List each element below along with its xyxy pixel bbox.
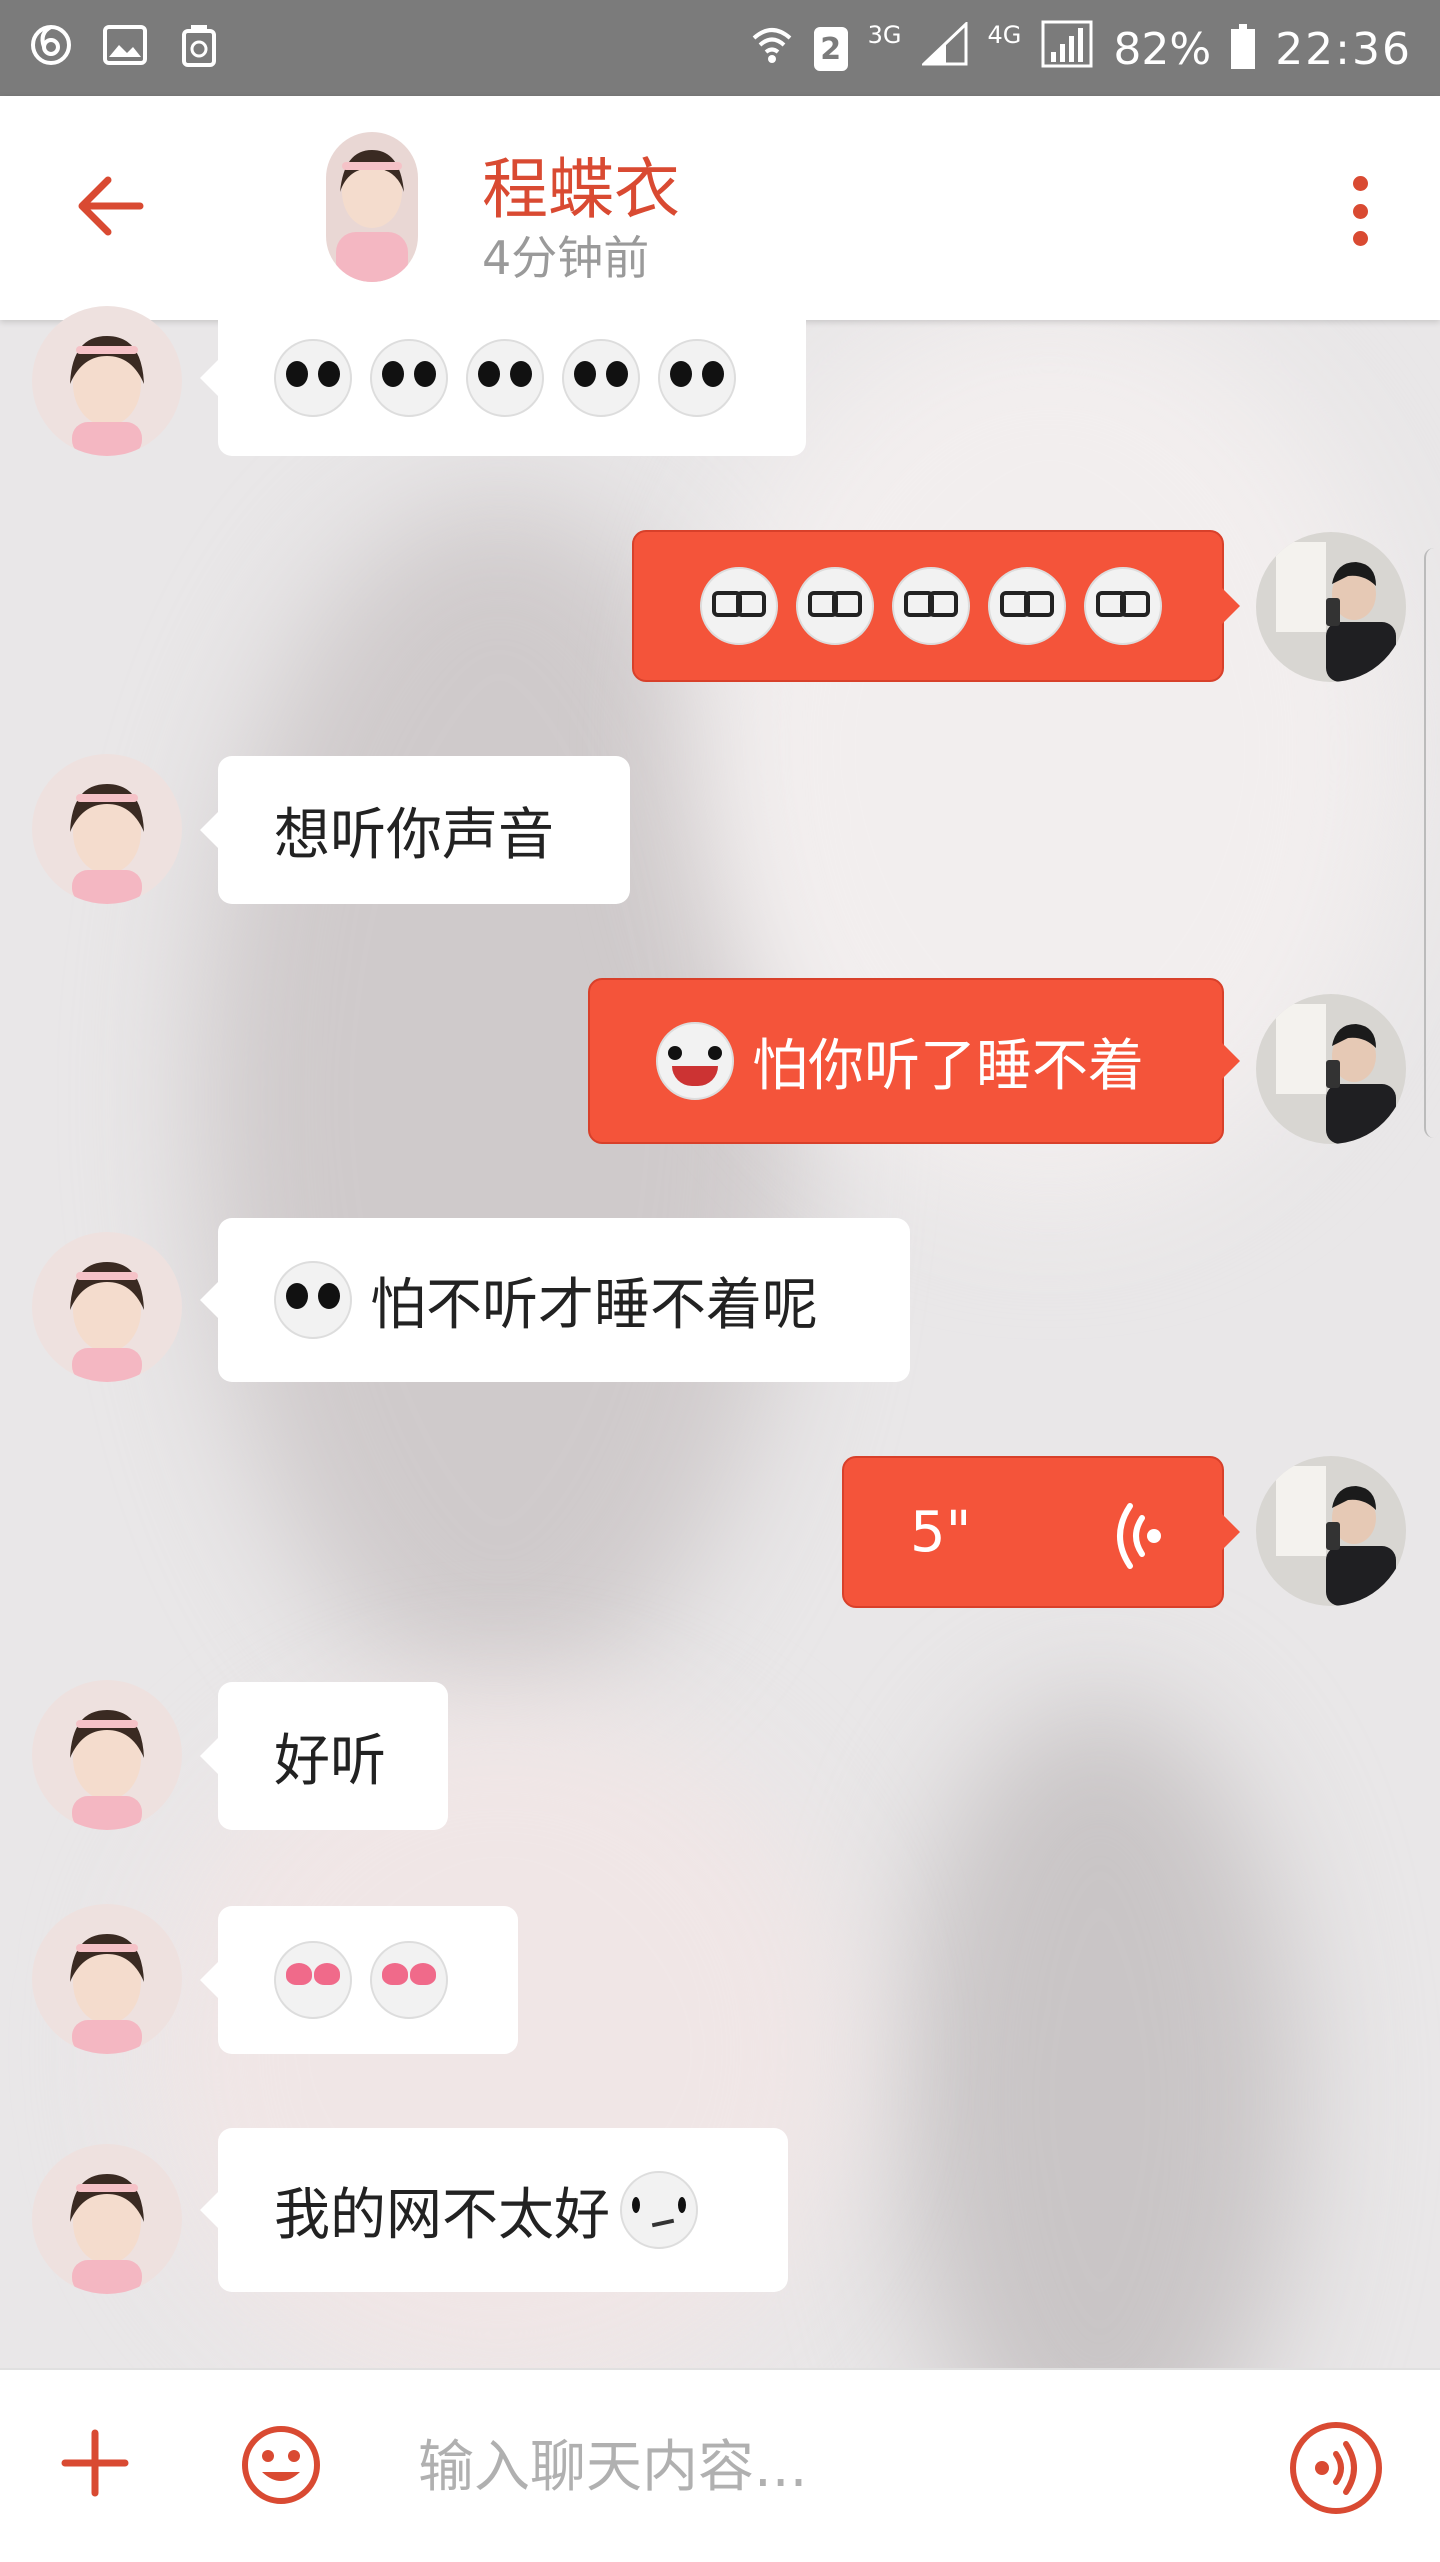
scrollbar[interactable] [1424,548,1440,1138]
composer-bar [0,2368,1440,2562]
nerd-emoji [892,567,970,645]
voice-message-bubble[interactable]: 5" [842,1456,1240,1608]
gallery-icon [102,22,148,68]
message-bubble[interactable] [200,300,806,456]
emoji-icon[interactable] [240,2424,322,2506]
cleaner-icon [176,22,222,68]
nerd-emoji [988,567,1066,645]
voice-input-icon[interactable] [1288,2420,1384,2516]
message-text: 想听你声音 [274,802,554,868]
signal-4g-icon [1041,20,1093,79]
sunglasses-emoji [562,339,640,417]
sunglasses-emoji [274,1261,352,1339]
battery-percent: 82% [1113,23,1212,75]
voice-duration: 5" [910,1499,972,1565]
wifi-icon [750,22,794,77]
signal-3g-icon [919,20,968,77]
message-text: 好听 [274,1728,386,1794]
message-input[interactable] [416,2426,1240,2508]
sunglasses-emoji [466,339,544,417]
user-avatar[interactable] [1256,1456,1406,1606]
nerd-emoji [1084,567,1162,645]
battery-icon [1231,24,1256,69]
contact-avatar[interactable] [32,1680,182,1830]
contact-avatar[interactable] [32,1232,182,1382]
heart-eyes-emoji [274,1941,352,2019]
sunglasses-emoji [370,339,448,417]
message-bubble[interactable]: 好听 [200,1682,448,1830]
heart-eyes-emoji [370,1941,448,2019]
nerd-emoji [700,567,778,645]
clock: 22:36 [1275,23,1412,75]
message-bubble[interactable]: 我的网不太好 [200,2128,788,2292]
user-avatar[interactable] [1256,532,1406,682]
message-bubble[interactable]: 想听你声音 [200,756,630,904]
message-bubble[interactable] [200,1906,518,2054]
user-avatar[interactable] [1256,994,1406,1144]
awkward-emoji [620,2171,698,2249]
contact-avatar[interactable] [32,2144,182,2294]
network-3g-label: 3G [867,21,902,49]
contact-avatar[interactable] [32,306,182,456]
message-text: 怕不听才睡不着呢 [370,1272,818,1338]
sunglasses-emoji [274,339,352,417]
voice-wave-icon [1102,1496,1172,1576]
grin-emoji [656,1022,734,1100]
message-bubble[interactable] [632,530,1240,682]
contact-avatar[interactable] [32,754,182,904]
message-text: 怕你听了睡不着 [752,1033,1144,1099]
sim-badge: 2 [813,27,848,71]
plus-icon[interactable] [60,2428,130,2498]
status-bar: 2 3G 4G 82% 22:36 [0,0,1440,96]
message-text: 我的网不太好 [274,2182,610,2248]
netease-icon [28,22,74,68]
message-bubble[interactable]: 怕你听了睡不着 [588,978,1240,1144]
message-bubble[interactable]: 怕不听才睡不着呢 [200,1218,910,1382]
sunglasses-emoji [658,339,736,417]
contact-avatar[interactable] [32,1904,182,2054]
nerd-emoji [796,567,874,645]
network-4g-label: 4G [987,21,1022,49]
